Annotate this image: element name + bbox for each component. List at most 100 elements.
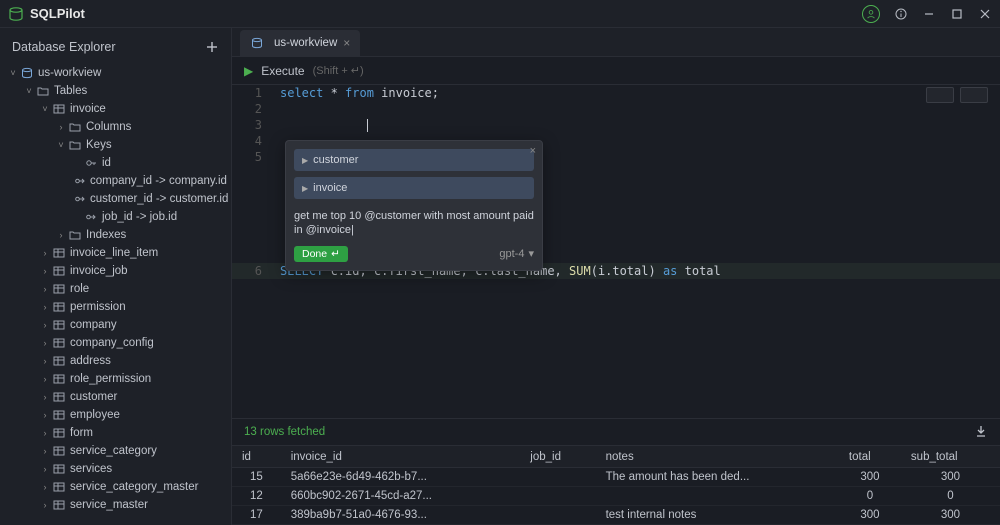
table-icon [52,282,66,296]
tree-keys-folder[interactable]: ˅ Keys [4,136,227,154]
key-icon [84,156,98,170]
table-icon [52,444,66,458]
table-name: services [70,463,112,475]
table-name: role_permission [70,373,151,385]
table-name: role [70,283,89,295]
info-icon[interactable] [894,7,908,21]
maximize-button[interactable] [950,7,964,21]
ai-context-chip[interactable]: ▶customer [294,149,534,171]
col-header[interactable]: total [839,446,901,468]
fk-icon [84,210,98,224]
table-name: service_category [70,445,157,457]
folder-icon [68,120,82,134]
tree-table[interactable]: ›company [4,316,227,334]
tree-table-invoice[interactable]: ˅ invoice [4,100,227,118]
tree-connection[interactable]: ˅ us-workview [4,64,227,82]
tree-table[interactable]: ›role [4,280,227,298]
model-selector[interactable]: gpt-4▾ [499,247,534,260]
tab-close-icon[interactable]: × [343,36,350,50]
download-icon[interactable] [974,424,988,441]
table-icon [52,354,66,368]
fk-icon [74,174,86,188]
col-header[interactable]: job_id [520,446,595,468]
table-row[interactable]: 12660bc902-2671-45cd-a27...00 [232,487,1000,506]
database-icon [250,36,264,50]
chevron-down-icon: ▾ [528,247,534,260]
table-icon [52,372,66,386]
play-icon[interactable]: ▶ [244,64,253,78]
tree-columns-folder[interactable]: › Columns [4,118,227,136]
line-gutter: 12345 [232,85,272,165]
tree-table[interactable]: ›employee [4,406,227,424]
tree-key-pk[interactable]: id [4,154,227,172]
tree-key-fk[interactable]: company_id -> company.id [4,172,227,190]
table-icon [52,480,66,494]
table-icon [52,426,66,440]
table-name: customer [70,391,117,403]
keys-label: Keys [86,139,112,151]
table-name: invoice_line_item [70,247,158,259]
minimize-button[interactable] [922,7,936,21]
folder-icon [36,84,50,98]
line-gutter: 6 [232,263,272,279]
tree-table[interactable]: ›service_category [4,442,227,460]
ai-prompt-input[interactable]: get me top 10 @customer with most amount… [294,205,534,246]
done-button[interactable]: Done↵ [294,246,348,262]
table-name: address [70,355,111,367]
ai-context-chip[interactable]: ▶invoice [294,177,534,199]
folder-icon [68,228,82,242]
tree-table[interactable]: ›service_category_master [4,478,227,496]
col-header[interactable]: sub_total [901,446,1000,468]
user-avatar-icon[interactable] [862,5,880,23]
tree-table[interactable]: ›invoice_job [4,262,227,280]
query-toolbar: ▶ Execute (Shift + ↵) [232,57,1000,84]
tree-table[interactable]: ›address [4,352,227,370]
table-row[interactable]: 17389ba9b7-51a0-4676-93...test internal … [232,506,1000,525]
close-button[interactable] [978,7,992,21]
execute-hint: (Shift + ↵) [313,64,364,77]
tree-table[interactable]: ›company_config [4,334,227,352]
tree-key-fk[interactable]: job_id -> job.id [4,208,227,226]
tree-table[interactable]: ›form [4,424,227,442]
col-header[interactable]: notes [596,446,839,468]
table-icon [52,300,66,314]
window-controls [862,5,992,23]
tree-key-fk[interactable]: customer_id -> customer.id [4,190,227,208]
tree-table[interactable]: ›customer [4,388,227,406]
table-row[interactable]: 155a66e23e-6d49-462b-b7...The amount has… [232,468,1000,487]
table-name: invoice_job [70,265,128,277]
tables-label: Tables [54,85,87,97]
tree-tables-folder[interactable]: ˅ Tables [4,82,227,100]
table-name: form [70,427,93,439]
rows-fetched-status: 13 rows fetched [244,426,325,438]
tree-table[interactable]: ›services [4,460,227,478]
table-name: service_master [70,499,148,511]
key-label: company_id -> company.id [90,175,227,187]
tab-connection[interactable]: us-workview × [240,30,360,56]
close-icon[interactable]: × [530,145,536,157]
text-cursor [367,119,368,132]
key-label: job_id -> job.id [102,211,177,223]
tree-table[interactable]: ›permission [4,298,227,316]
tree-table[interactable]: ›invoice_line_item [4,244,227,262]
tree-table[interactable]: ›service_master [4,496,227,514]
tab-label: us-workview [274,37,337,49]
table-name: employee [70,409,120,421]
table-icon [52,408,66,422]
logo-icon [8,6,24,22]
editor-minimap [926,87,988,103]
database-icon [20,66,34,80]
table-icon [52,318,66,332]
add-connection-button[interactable] [205,40,219,54]
col-header[interactable]: id [232,446,281,468]
tree-table[interactable]: ›role_permission [4,370,227,388]
execute-button[interactable]: Execute [261,64,304,78]
indexes-label: Indexes [86,229,126,241]
fk-icon [74,192,86,206]
database-explorer: Database Explorer ˅ us-workview ˅ Tables… [0,28,232,525]
col-header[interactable]: invoice_id [281,446,521,468]
tree-indexes-folder[interactable]: › Indexes [4,226,227,244]
folder-icon [68,138,82,152]
table-icon [52,336,66,350]
table-name: invoice [70,103,106,115]
